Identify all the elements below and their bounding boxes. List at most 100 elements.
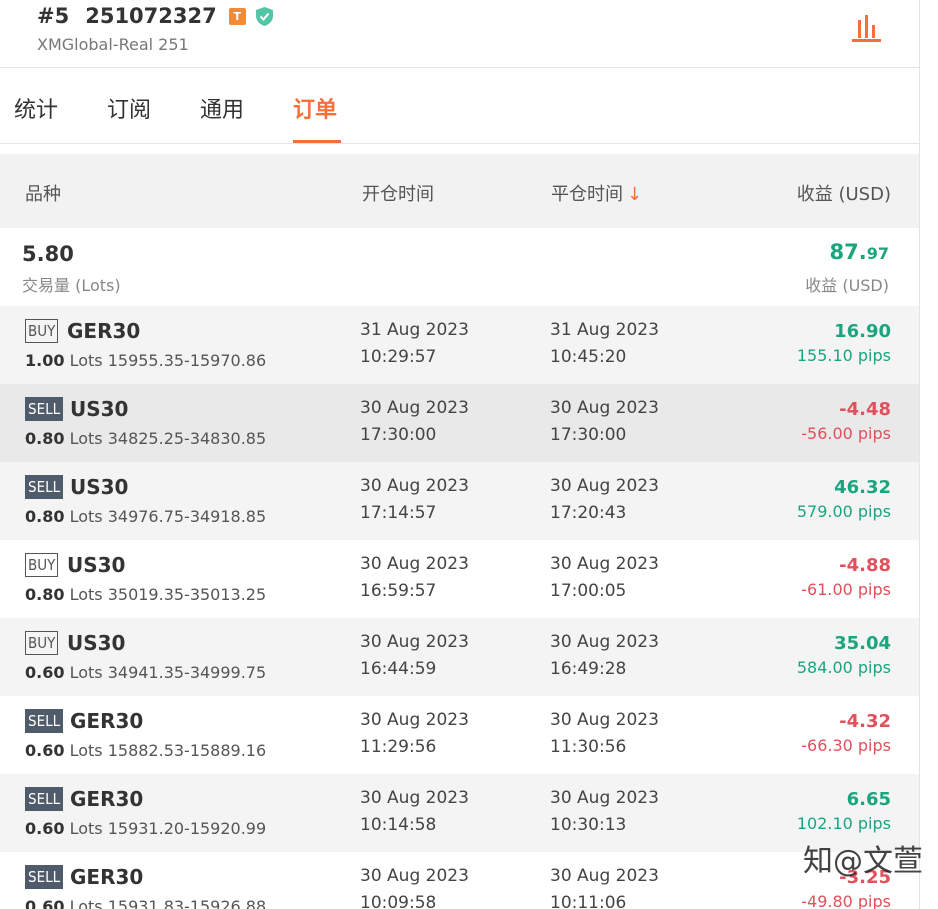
close-time: 10:45:20 (550, 347, 627, 367)
orders-list: BUY GER30 1.00 Lots 15955.35-15970.86 31… (0, 306, 919, 909)
order-row[interactable]: SELL US30 0.80 Lots 34976.75-34918.85 30… (0, 462, 919, 540)
price-range: 35019.35-35013.25 (107, 585, 267, 604)
tab-general[interactable]: 通用 (200, 92, 244, 124)
lots-unit: Lots (69, 663, 103, 682)
close-date: 30 Aug 2023 (550, 476, 659, 496)
open-time: 16:59:57 (360, 581, 437, 601)
price-range: 15931.83-15926.88 (107, 897, 267, 909)
order-row[interactable]: BUY US30 0.80 Lots 35019.35-35013.25 30 … (0, 540, 919, 618)
column-close-time[interactable]: 平仓时间 ↓ (551, 180, 642, 206)
tab-statistics[interactable]: 统计 (14, 92, 58, 124)
tab-subscribe[interactable]: 订阅 (107, 92, 151, 124)
bar-chart-icon[interactable] (849, 12, 883, 44)
watermark: 知@文萱 (803, 844, 923, 879)
sort-desc-icon: ↓ (627, 184, 643, 205)
order-symbol: US30 (70, 397, 129, 421)
lots-unit: Lots (69, 351, 103, 370)
price-range: 34976.75-34918.85 (107, 507, 267, 526)
order-pips: -66.30 pips (801, 736, 891, 755)
side-badge: SELL (25, 709, 64, 733)
tab-orders[interactable]: 订单 (293, 92, 337, 124)
order-pips: 584.00 pips (796, 658, 891, 677)
side-badge: BUY (25, 553, 59, 577)
account-id: 251072327 (85, 4, 217, 28)
close-date: 30 Aug 2023 (550, 398, 659, 418)
order-profit: -4.32 (839, 711, 891, 732)
open-time: 10:09:58 (360, 893, 437, 909)
tab-bar: 统计 订阅 通用 订单 (0, 68, 919, 144)
order-lots: 0.60 Lots 15931.83-15926.88 (25, 897, 266, 909)
account-type-badge: T (228, 7, 246, 25)
account-header: #5 251072327 T XMGlobal-Real 251 (0, 0, 919, 68)
order-row[interactable]: SELL GER30 0.60 Lots 15931.20-15920.99 3… (0, 774, 919, 852)
price-range: 34825.25-34830.85 (107, 429, 267, 448)
order-row[interactable]: SELL GER30 0.60 Lots 15931.83-15926.88 3… (0, 852, 919, 909)
open-date: 30 Aug 2023 (360, 398, 469, 418)
total-profit-int: 87. (829, 240, 867, 264)
lots-value: 0.80 (25, 585, 65, 604)
rank-label: #5 (37, 4, 70, 28)
account-title: #5 251072327 T (37, 4, 273, 28)
side-badge: SELL (25, 787, 64, 811)
column-symbol: 品种 (25, 184, 61, 205)
lots-unit: Lots (69, 429, 103, 448)
lots-unit: Lots (69, 741, 103, 760)
close-date: 30 Aug 2023 (550, 710, 659, 730)
column-profit[interactable]: 收益 (USD) (797, 180, 891, 206)
lots-value: 0.80 (25, 507, 65, 526)
order-lots: 0.60 Lots 34941.35-34999.75 (25, 663, 266, 682)
order-symbol: US30 (67, 631, 126, 655)
order-lots: 0.80 Lots 34976.75-34918.85 (25, 507, 266, 526)
close-date: 31 Aug 2023 (550, 320, 659, 340)
open-time: 10:14:58 (360, 815, 437, 835)
order-symbol: GER30 (67, 319, 141, 343)
column-close-time-label: 平仓时间 (551, 184, 623, 205)
lots-value: 1.00 (25, 351, 65, 370)
order-lots: 0.60 Lots 15882.53-15889.16 (25, 741, 266, 760)
column-open-time[interactable]: 开仓时间 (362, 180, 434, 206)
open-date: 30 Aug 2023 (360, 476, 469, 496)
order-row[interactable]: SELL US30 0.80 Lots 34825.25-34830.85 30… (0, 384, 919, 462)
order-lots: 0.80 Lots 34825.25-34830.85 (25, 429, 266, 448)
order-row[interactable]: BUY US30 0.60 Lots 34941.35-34999.75 30 … (0, 618, 919, 696)
lots-unit: Lots (69, 819, 103, 838)
close-time: 17:30:00 (550, 425, 627, 445)
open-time: 17:30:00 (360, 425, 437, 445)
open-time: 16:44:59 (360, 659, 437, 679)
order-lots: 0.80 Lots 35019.35-35013.25 (25, 585, 266, 604)
close-time: 11:30:56 (550, 737, 627, 757)
order-pips: -49.80 pips (801, 892, 891, 909)
open-date: 30 Aug 2023 (360, 710, 469, 730)
order-symbol: GER30 (70, 787, 144, 811)
close-date: 30 Aug 2023 (550, 632, 659, 652)
order-profit: 35.04 (834, 633, 891, 654)
lots-unit: Lots (69, 897, 103, 909)
order-pips: -61.00 pips (801, 580, 891, 599)
open-date: 30 Aug 2023 (360, 866, 469, 886)
side-badge: SELL (25, 865, 64, 889)
order-row[interactable]: BUY GER30 1.00 Lots 15955.35-15970.86 31… (0, 306, 919, 384)
total-profit: 87.97 (830, 240, 889, 264)
order-symbol: US30 (70, 475, 129, 499)
price-range: 15882.53-15889.16 (107, 741, 267, 760)
order-row[interactable]: SELL GER30 0.60 Lots 15882.53-15889.16 3… (0, 696, 919, 774)
orders-page: #5 251072327 T XMGlobal-Real 251 统计 订阅 通… (0, 0, 938, 909)
lots-value: 0.60 (25, 663, 65, 682)
open-time: 17:14:57 (360, 503, 437, 523)
total-lots-label: 交易量 (Lots) (22, 276, 121, 295)
side-badge: SELL (25, 475, 64, 499)
side-badge: BUY (25, 631, 59, 655)
close-date: 30 Aug 2023 (550, 788, 659, 808)
lots-unit: Lots (69, 507, 103, 526)
order-pips: -56.00 pips (801, 424, 891, 443)
close-date: 30 Aug 2023 (550, 554, 659, 574)
order-symbol: GER30 (70, 709, 144, 733)
verified-shield-icon (255, 6, 273, 26)
order-pips: 102.10 pips (796, 814, 891, 833)
total-profit-dec: 97 (866, 244, 889, 263)
side-badge: SELL (25, 397, 64, 421)
lots-value: 0.60 (25, 819, 65, 838)
side-badge: BUY (25, 319, 59, 343)
total-profit-label: 收益 (USD) (805, 276, 889, 295)
close-time: 10:30:13 (550, 815, 627, 835)
